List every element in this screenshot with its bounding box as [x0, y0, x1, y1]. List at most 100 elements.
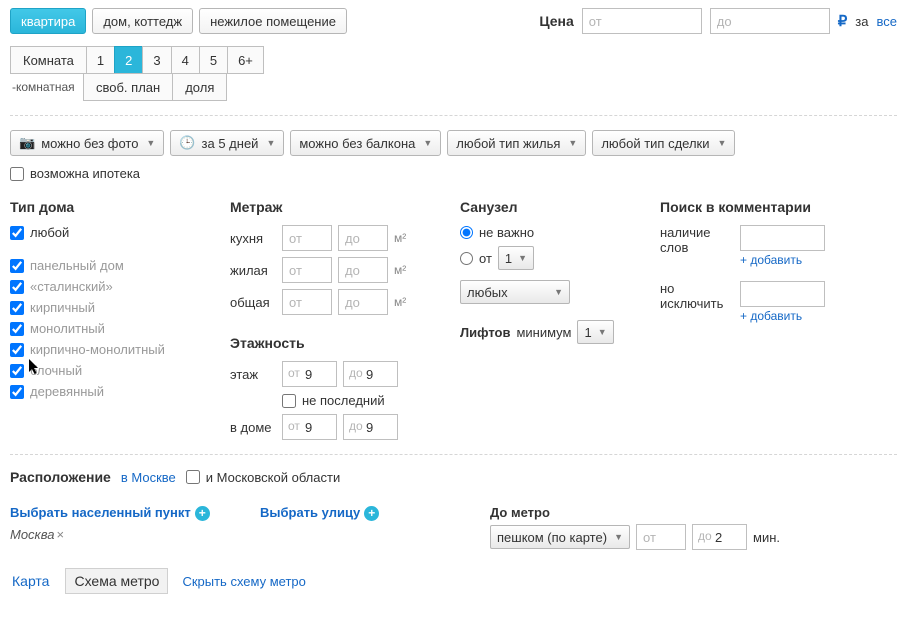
price-to-input[interactable] [710, 8, 830, 34]
total-from-input[interactable] [282, 289, 332, 315]
tab-house[interactable]: дом, коттедж [92, 8, 193, 34]
comments-title: Поиск в комментарии [660, 199, 860, 215]
house-brick-checkbox[interactable] [10, 301, 24, 315]
bath-count-select[interactable]: 1▼ [498, 246, 534, 270]
house-panel-label: панельный дом [30, 258, 124, 273]
filter-photo[interactable]: 📷можно без фото▼ [10, 130, 164, 156]
metro-to-prefix: до [698, 529, 712, 543]
to-metro-title: До метро [490, 505, 897, 520]
living-from-input[interactable] [282, 257, 332, 283]
comments-exclude-input[interactable] [740, 281, 825, 307]
metro-mode-value: пешком (по карте) [497, 530, 607, 545]
comments-has-add[interactable]: + добавить [740, 253, 825, 267]
house-stalin-label: «сталинский» [30, 279, 113, 294]
chevron-down-icon: ▼ [423, 138, 432, 148]
rooms-3[interactable]: 3 [142, 46, 171, 74]
notlast-checkbox[interactable] [282, 394, 296, 408]
living-to-input[interactable] [338, 257, 388, 283]
price-for-label: за [855, 14, 868, 29]
area-unit: м² [394, 231, 406, 245]
ruble-icon[interactable]: ₽ [838, 12, 848, 30]
house-brickmono-label: кирпично-монолитный [30, 342, 165, 357]
filter-photo-label: можно без фото [41, 136, 138, 151]
filter-housing-type[interactable]: любой тип жилья▼ [447, 130, 586, 156]
clock-icon: 🕒 [179, 135, 195, 151]
area-unit: м² [394, 263, 406, 277]
filter-days[interactable]: 🕒за 5 дней▼ [170, 130, 284, 156]
bath-title: Санузел [460, 199, 630, 215]
bath-count-value: 1 [505, 251, 512, 266]
maptab-scheme[interactable]: Схема метро [65, 568, 168, 594]
metro-mode-select[interactable]: пешком (по карте)▼ [490, 525, 630, 549]
house-block-checkbox[interactable] [10, 364, 24, 378]
area-total-label: общая [230, 295, 276, 310]
rooms-4[interactable]: 4 [171, 46, 200, 74]
house-brickmono-checkbox[interactable] [10, 343, 24, 357]
floor-label: этаж [230, 367, 276, 382]
chevron-down-icon: ▼ [554, 287, 563, 297]
region-checkbox[interactable] [186, 470, 200, 484]
house-wood-checkbox[interactable] [10, 385, 24, 399]
mortgage-checkbox[interactable] [10, 167, 24, 181]
filter-deal-type[interactable]: любой тип сделки▼ [592, 130, 735, 156]
bath-nomatter-radio[interactable] [460, 226, 473, 239]
price-from-input[interactable] [582, 8, 702, 34]
plus-icon[interactable]: + [364, 506, 379, 521]
bath-type-select[interactable]: любых ▼ [460, 280, 570, 304]
comments-exclude-add[interactable]: + добавить [740, 309, 825, 323]
area-title: Метраж [230, 199, 430, 215]
camera-icon: 📷 [19, 135, 35, 151]
house-block-label: блочный [30, 363, 82, 378]
filter-balcony-label: можно без балкона [299, 136, 415, 151]
house-mono-checkbox[interactable] [10, 322, 24, 336]
maptab-map[interactable]: Карта [10, 569, 51, 593]
chevron-down-icon: ▼ [568, 138, 577, 148]
tab-nonresidential[interactable]: нежилое помещение [199, 8, 347, 34]
rooms-label-cell: Комната [10, 46, 87, 74]
house-wood-label: деревянный [30, 384, 104, 399]
rooms-5[interactable]: 5 [199, 46, 228, 74]
rooms-suffix: -комнатная [10, 80, 84, 94]
rooms-1[interactable]: 1 [86, 46, 115, 74]
floor-to-prefix: до [349, 366, 363, 380]
notlast-label: не последний [302, 393, 385, 408]
tab-apartment[interactable]: квартира [10, 8, 86, 34]
rooms-freeplan[interactable]: своб. план [83, 73, 173, 101]
comments-has-input[interactable] [740, 225, 825, 251]
inhouse-label: в доме [230, 420, 276, 435]
city-remove-icon[interactable]: × [56, 527, 64, 542]
rooms-share[interactable]: доля [172, 73, 227, 101]
inhouse-to-prefix: до [349, 419, 363, 433]
area-unit: м² [394, 295, 406, 309]
price-all-link[interactable]: все [877, 14, 898, 29]
total-to-input[interactable] [338, 289, 388, 315]
comments-exclude-label: но исключить [660, 281, 730, 311]
minutes-label: мин. [753, 530, 780, 545]
house-type-title: Тип дома [10, 199, 200, 215]
house-mono-label: монолитный [30, 321, 105, 336]
house-any-checkbox[interactable] [10, 226, 24, 240]
region-label: и Московской области [206, 470, 340, 485]
lifts-value: 1 [584, 325, 591, 340]
choose-city-link[interactable]: Выбрать населенный пункт [10, 505, 191, 520]
in-moscow-link[interactable]: в Москве [121, 470, 176, 485]
house-stalin-checkbox[interactable] [10, 280, 24, 294]
choose-street-link[interactable]: Выбрать улицу [260, 505, 360, 520]
plus-icon[interactable]: + [195, 506, 210, 521]
bath-from-radio[interactable] [460, 252, 473, 265]
rooms-6plus[interactable]: 6+ [227, 46, 264, 74]
lifts-select[interactable]: 1▼ [577, 320, 613, 344]
hide-scheme-link[interactable]: Скрыть схему метро [182, 574, 305, 589]
kitchen-to-input[interactable] [338, 225, 388, 251]
metro-from-input[interactable] [636, 524, 686, 550]
house-any-label: любой [30, 225, 69, 240]
bath-type-value: любых [467, 285, 508, 300]
filter-balcony[interactable]: можно без балкона ▼ [290, 130, 441, 156]
filter-days-label: за 5 дней [202, 136, 259, 151]
house-panel-checkbox[interactable] [10, 259, 24, 273]
location-title: Расположение [10, 469, 111, 485]
floor-from-prefix: от [288, 366, 300, 380]
kitchen-from-input[interactable] [282, 225, 332, 251]
house-brick-label: кирпичный [30, 300, 95, 315]
rooms-2[interactable]: 2 [114, 46, 143, 74]
